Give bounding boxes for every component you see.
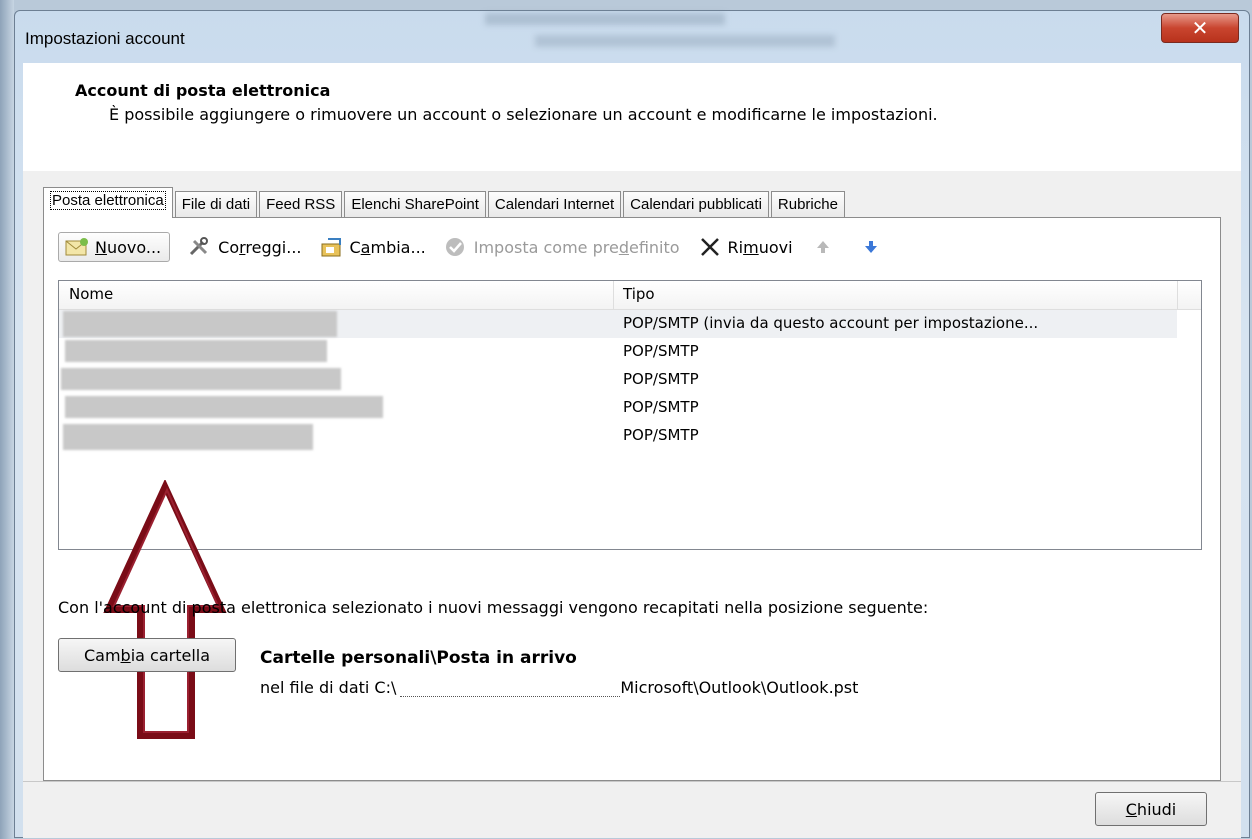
dialog-footer: Chiudi <box>23 781 1241 838</box>
delivery-info-text: Con l'account di posta elettronica selez… <box>58 598 929 617</box>
tab-label: Elenchi SharePoint <box>351 196 479 213</box>
list-header: Nome Tipo <box>59 281 1201 310</box>
redacted-account-name <box>61 368 341 390</box>
move-down-button[interactable] <box>859 233 889 261</box>
account-row[interactable]: POP/SMTP <box>59 422 1177 450</box>
title-bar[interactable]: Impostazioni account ✕ <box>15 11 1249 63</box>
dialog-body: Posta elettronica File di dati Feed RSS … <box>23 171 1241 781</box>
change-account-button[interactable]: Cambia... <box>320 233 426 261</box>
background-window-edge <box>0 0 14 839</box>
redacted-account-name <box>63 424 313 450</box>
account-type: POP/SMTP <box>623 398 699 416</box>
change-folder-label: Cambia cartella <box>83 645 211 665</box>
new-account-button[interactable]: Nuovo... <box>58 232 171 262</box>
redacted-account-name <box>63 311 337 337</box>
tab-feed-rss[interactable]: Feed RSS <box>259 191 343 218</box>
header-title: Account di posta elettronica <box>75 81 331 100</box>
background-blur <box>485 13 725 25</box>
account-row[interactable]: POP/SMTP (invia da questo account per im… <box>59 310 1177 338</box>
close-button-label: Chiudi <box>1125 799 1177 819</box>
background-blur <box>535 35 835 47</box>
tab-calendari-pubblicati[interactable]: Calendari pubblicati <box>623 191 769 218</box>
account-row[interactable]: POP/SMTP <box>59 366 1177 394</box>
redacted-account-name <box>65 396 383 418</box>
window-title: Impostazioni account <box>25 29 185 48</box>
tab-label: Calendari Internet <box>494 196 615 213</box>
column-divider[interactable] <box>613 281 614 309</box>
delivery-folder: Cartelle personali\Posta in arrivo <box>260 648 577 668</box>
change-folder-button[interactable]: Cambia cartella <box>58 638 236 672</box>
tab-elenchi-sharepoint[interactable]: Elenchi SharePoint <box>344 191 486 218</box>
check-icon <box>444 237 468 257</box>
move-up-button[interactable] <box>811 233 841 261</box>
tab-label: File di dati <box>181 196 251 213</box>
account-row[interactable]: POP/SMTP <box>59 394 1177 422</box>
redacted-account-name <box>65 340 327 362</box>
tab-label: Posta elettronica <box>50 191 166 210</box>
tab-label: Rubriche <box>777 196 838 213</box>
account-type: POP/SMTP <box>623 426 699 444</box>
account-settings-dialog: Impostazioni account ✕ Account di posta … <box>14 10 1250 838</box>
email-tab-panel: Nuovo... Correggi... Cambia... Imposta c… <box>43 217 1221 781</box>
file-path-prefix: nel file di dati C:\ <box>260 678 397 697</box>
file-path-suffix: Microsoft\Outlook\Outlook.pst <box>620 678 859 697</box>
tab-strip: Posta elettronica File di dati Feed RSS … <box>43 187 847 218</box>
close-window-button[interactable]: ✕ <box>1161 13 1239 43</box>
tab-rubriche[interactable]: Rubriche <box>770 191 845 218</box>
set-default-button[interactable]: Imposta come predefinito <box>444 233 680 261</box>
tab-label: Calendari pubblicati <box>630 196 762 213</box>
remove-account-button[interactable]: Rimuovi <box>698 233 793 261</box>
new-mail-icon <box>65 237 89 257</box>
new-account-label: Nuovo... <box>95 237 162 257</box>
account-type: POP/SMTP (invia da questo account per im… <box>623 314 1039 332</box>
dialog-header: Account di posta elettronica È possibile… <box>23 63 1241 172</box>
remove-account-label: Rimuovi <box>727 237 793 257</box>
tab-calendari-internet[interactable]: Calendari Internet <box>487 191 622 218</box>
account-type: POP/SMTP <box>623 370 699 388</box>
set-default-label: Imposta come predefinito <box>473 237 680 257</box>
data-file-path: nel file di dati C:\ Microsoft\Outlook\Ou… <box>260 678 858 697</box>
close-icon: ✕ <box>1191 16 1209 40</box>
tab-file-di-dati[interactable]: File di dati <box>174 191 258 218</box>
account-type: POP/SMTP <box>623 342 699 360</box>
account-toolbar: Nuovo... Correggi... Cambia... Imposta c… <box>58 232 907 262</box>
arrow-down-icon <box>859 237 883 257</box>
tab-posta-elettronica[interactable]: Posta elettronica <box>43 187 173 218</box>
column-header-name[interactable]: Nome <box>69 285 113 303</box>
column-header-type[interactable]: Tipo <box>623 285 655 303</box>
change-account-icon <box>320 237 344 257</box>
close-button[interactable]: Chiudi <box>1095 792 1207 826</box>
header-description: È possibile aggiungere o rimuovere un ac… <box>109 105 938 124</box>
remove-x-icon <box>698 237 722 257</box>
tab-label: Feed RSS <box>266 196 336 213</box>
redacted-path <box>400 678 621 697</box>
change-account-label: Cambia... <box>349 237 426 257</box>
account-row[interactable]: POP/SMTP <box>59 338 1177 366</box>
tools-icon <box>188 237 212 257</box>
repair-account-label: Correggi... <box>218 237 302 257</box>
repair-account-button[interactable]: Correggi... <box>188 233 302 261</box>
arrow-up-icon <box>811 237 835 257</box>
column-divider[interactable] <box>1177 281 1178 309</box>
